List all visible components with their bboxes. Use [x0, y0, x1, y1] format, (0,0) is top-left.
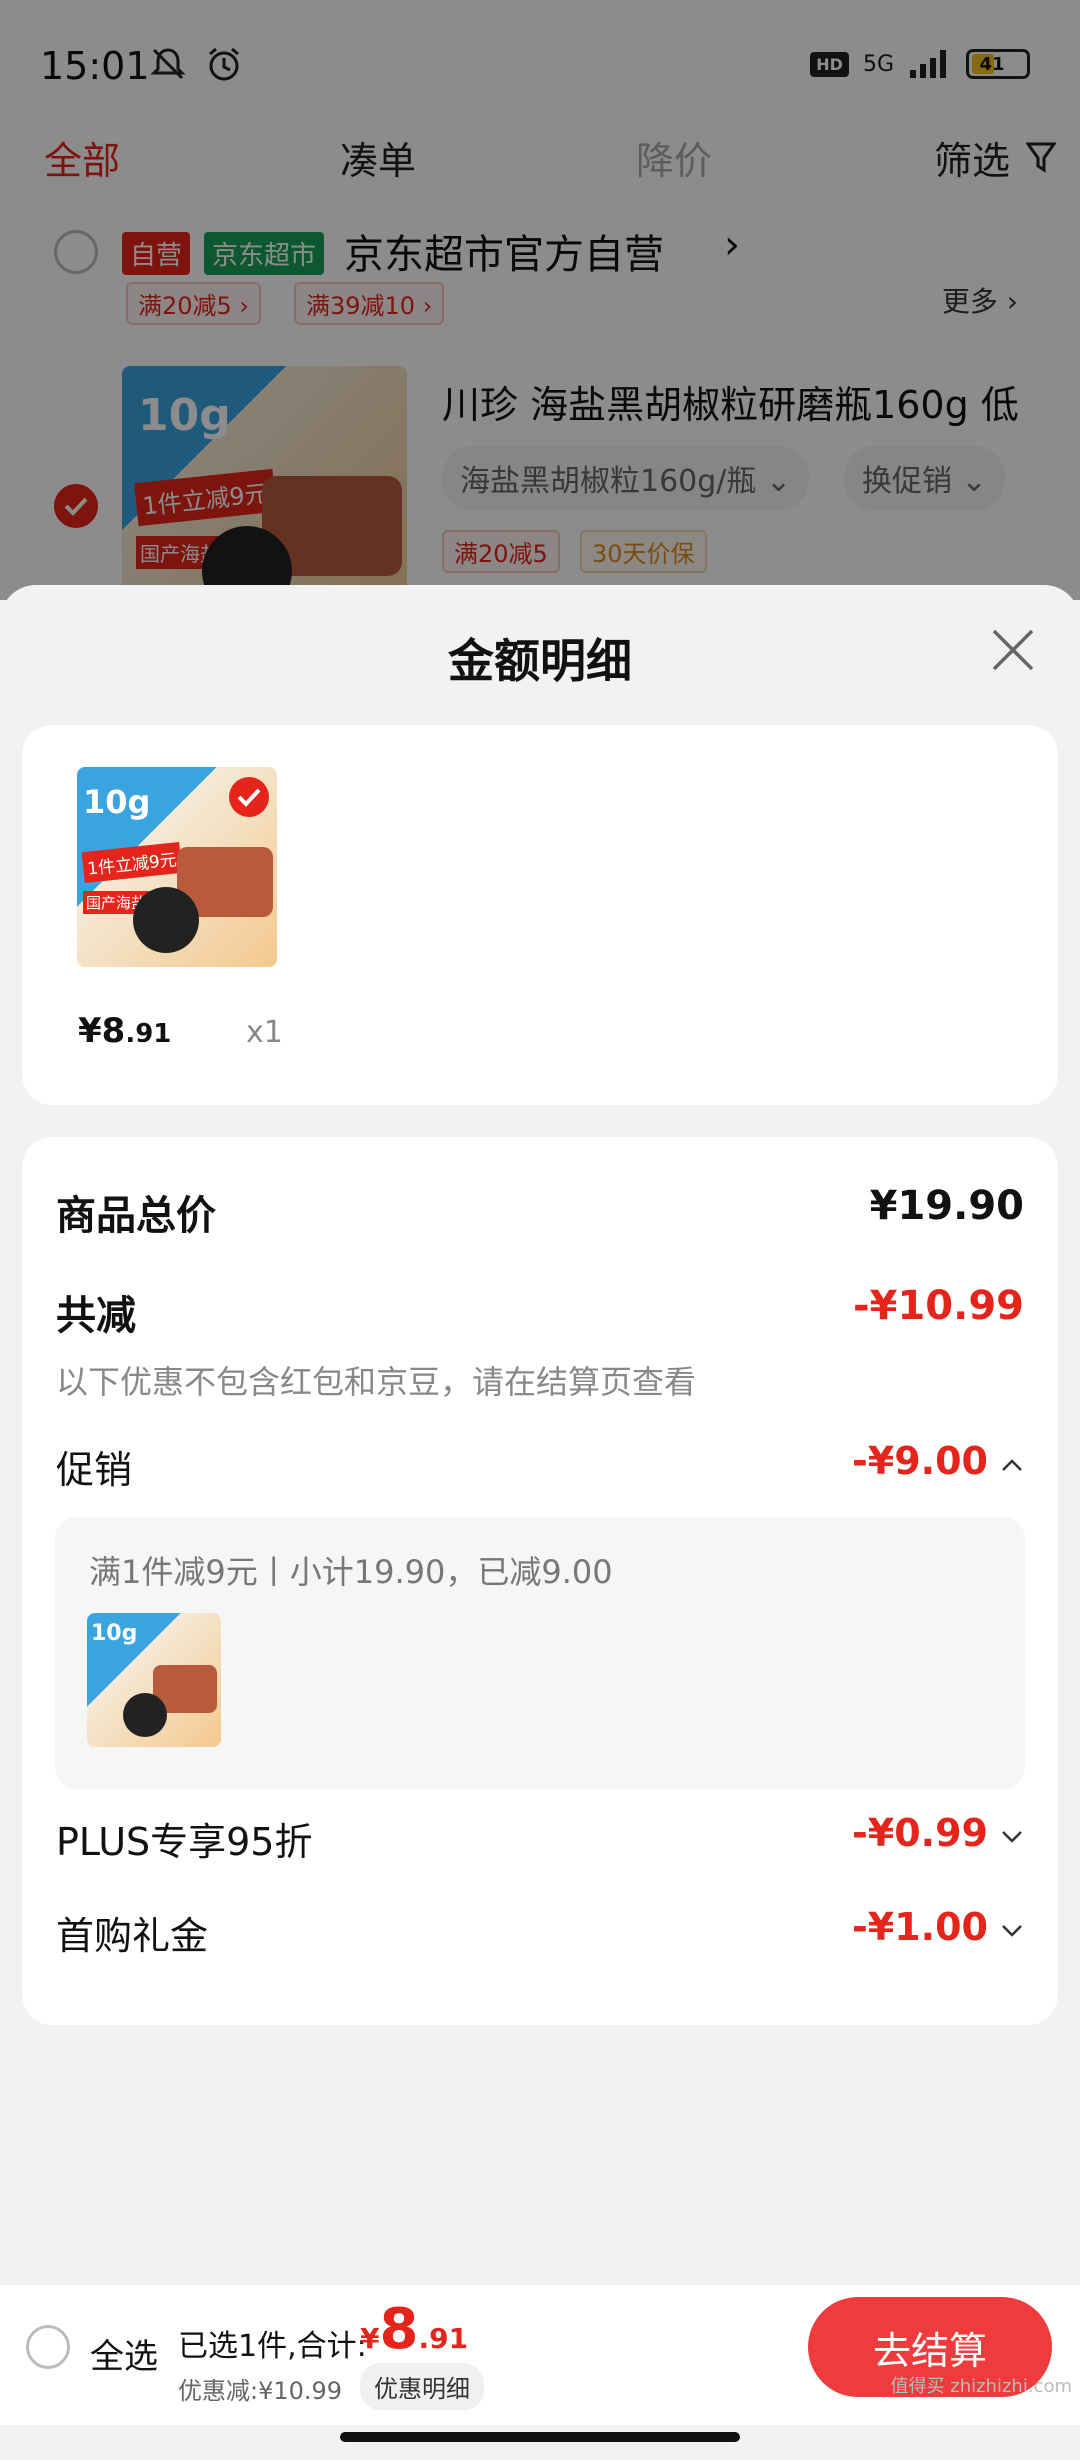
discount-value: -¥10.99: [853, 1283, 1024, 1329]
checkout-total-symbol: ¥: [360, 2322, 380, 2355]
promo-row[interactable]: 促销 -¥9.00: [22, 1433, 1058, 1503]
selected-summary: 已选1件,合计:: [178, 2329, 367, 2364]
select-all-radio[interactable]: [26, 2325, 70, 2369]
selected-item-image-weight: 10g: [83, 783, 151, 821]
promo-item-image[interactable]: 10g: [87, 1613, 221, 1747]
checkout-total-main: 8: [379, 2297, 419, 2362]
first-purchase-row[interactable]: 首购礼金 -¥1.00: [22, 1899, 1058, 1969]
discount-detail-button[interactable]: 优惠明细: [360, 2363, 484, 2410]
promo-item-image-weight: 10g: [91, 1621, 138, 1646]
item-price-main: ¥8: [78, 1011, 126, 1051]
promo-detail-text: 满1件减9元丨小计19.90，已减9.00: [89, 1553, 613, 1591]
sheet-title: 金额明细: [448, 634, 632, 688]
discount-note: 以下优惠不包含红包和京豆，请在结算页查看: [56, 1363, 697, 1401]
first-purchase-label: 首购礼金: [56, 1914, 209, 1958]
chevron-down-icon: [1002, 1925, 1022, 1937]
total-value: ¥19.90: [869, 1183, 1024, 1229]
chevron-up-icon: [1002, 1459, 1022, 1471]
plus-discount-row[interactable]: PLUS专享95折 -¥0.99: [22, 1805, 1058, 1875]
selected-items-card: 10g 1件立减9元 国产海盐 ¥8.91 x1: [22, 725, 1058, 1105]
checkout-bar: 全选 已选1件,合计: ¥8.91 优惠减:¥10.99 优惠明细 去结算: [0, 2285, 1080, 2425]
select-all-label[interactable]: 全选: [90, 2329, 158, 2378]
selected-item-image[interactable]: 10g 1件立减9元 国产海盐: [77, 767, 277, 967]
checkout-total-decimal: .91: [418, 2322, 469, 2355]
selected-item-image-promo: 1件立减9元: [81, 841, 182, 884]
promo-detail-box: 满1件减9元丨小计19.90，已减9.00 10g: [55, 1517, 1025, 1789]
close-icon[interactable]: [990, 627, 1036, 673]
price-breakdown-card: 商品总价 ¥19.90 共减 -¥10.99 以下优惠不包含红包和京豆，请在结算…: [22, 1137, 1058, 2025]
plus-label: PLUS专享95折: [56, 1820, 313, 1864]
checkout-total: ¥8.91: [360, 2297, 468, 2362]
promo-label: 促销: [56, 1448, 133, 1492]
discount-label: 共减: [56, 1293, 136, 1339]
item-price: ¥8.91: [78, 1011, 171, 1051]
watermark: 值得买 zhizhizhi.com: [890, 2376, 1072, 2397]
home-indicator[interactable]: [340, 2432, 740, 2442]
total-label: 商品总价: [56, 1193, 216, 1239]
first-purchase-value: -¥1.00: [852, 1905, 988, 1949]
amount-detail-sheet: 金额明细 10g 1件立减9元 国产海盐 ¥8.91 x1 商品总价 ¥19.9…: [0, 585, 1080, 2285]
saved-amount: 优惠减:¥10.99: [178, 2377, 343, 2405]
item-quantity: x1: [246, 1015, 283, 1050]
promo-value: -¥9.00: [852, 1439, 988, 1483]
plus-value: -¥0.99: [852, 1811, 988, 1855]
dim-overlay[interactable]: [0, 0, 1080, 600]
selected-check-icon: [229, 777, 269, 817]
chevron-down-icon: [1002, 1831, 1022, 1843]
item-price-decimal: .91: [125, 1019, 172, 1049]
